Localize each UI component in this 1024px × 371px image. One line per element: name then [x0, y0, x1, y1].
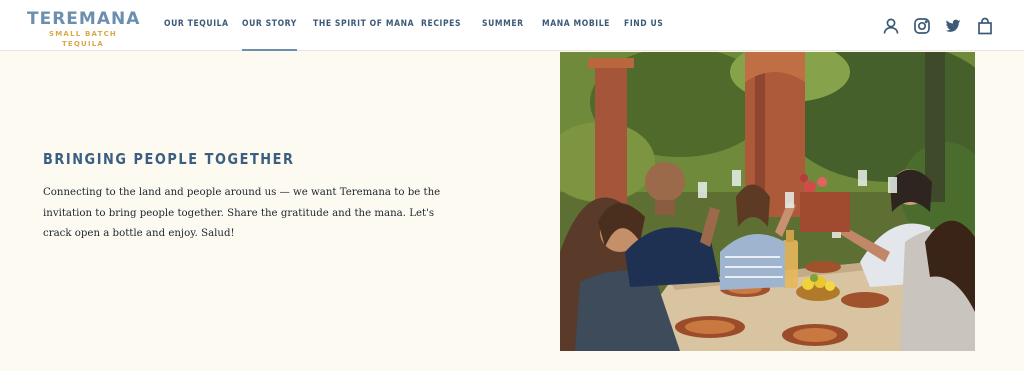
site-header: TEREMANA SMALL BATCH TEQUILA OUR TEQUILA…	[0, 0, 1024, 51]
nav-our-tequila[interactable]: OUR TEQUILA	[164, 19, 229, 29]
brand-tagline: SMALL BATCH TEQUILA	[49, 30, 117, 48]
main-content: BRINGING PEOPLE TOGETHER Connecting to t…	[0, 52, 1024, 371]
account-icon[interactable]	[882, 17, 900, 35]
nav-our-story[interactable]: OUR STORY	[242, 19, 297, 51]
section-body-text: Connecting to the land and people around…	[43, 187, 441, 239]
cart-bag-icon[interactable]	[976, 17, 994, 35]
instagram-icon[interactable]	[913, 17, 931, 35]
brand-logo[interactable]: TEREMANA SMALL BATCH TEQUILA	[27, 10, 139, 49]
brand-name: TEREMANA	[27, 9, 141, 29]
nav-find-us[interactable]: FIND US	[624, 19, 663, 29]
nav-summer[interactable]: SUMMER	[482, 19, 524, 29]
nav-spirit-of-mana[interactable]: THE SPIRIT OF MANA	[313, 19, 414, 29]
nav-recipes[interactable]: RECIPES	[421, 19, 461, 29]
nav-mana-mobile[interactable]: MANA MOBILE	[542, 19, 610, 29]
section-heading: BRINGING PEOPLE TOGETHER	[43, 150, 295, 168]
people-toasting-photo	[560, 52, 975, 351]
twitter-icon[interactable]	[944, 17, 962, 35]
